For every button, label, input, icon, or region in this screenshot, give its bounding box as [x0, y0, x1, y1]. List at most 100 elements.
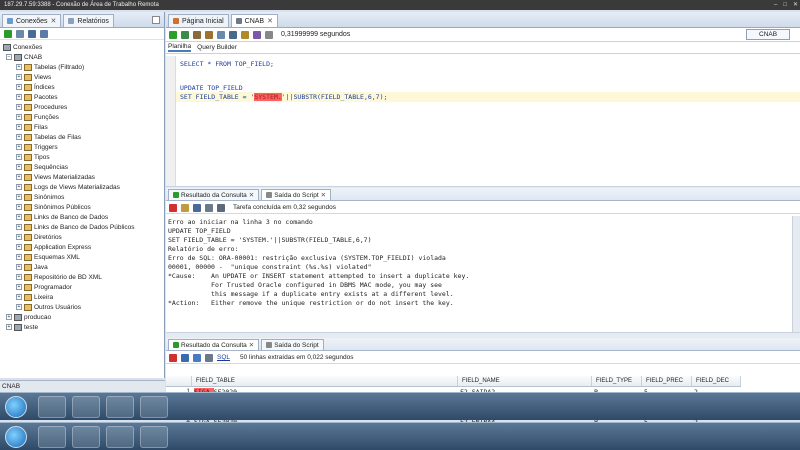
- tree-connection[interactable]: + producao: [0, 312, 164, 322]
- column-header[interactable]: FIELD_NAME: [458, 376, 592, 386]
- run-statement-icon[interactable]: [169, 30, 177, 39]
- tree-item[interactable]: + Índices: [0, 82, 164, 92]
- tree-item[interactable]: + Triggers: [0, 142, 164, 152]
- autotrace-icon[interactable]: [229, 30, 237, 39]
- tab-resultado-consulta-2[interactable]: Resultado da Consulta ✕: [168, 339, 260, 350]
- tree-item[interactable]: + Logs de Views Materializadas: [0, 182, 164, 192]
- chrome-icon[interactable]: [140, 426, 168, 448]
- explorer-icon[interactable]: [72, 396, 100, 418]
- expand-icon[interactable]: +: [16, 64, 22, 70]
- erase-icon[interactable]: [181, 203, 189, 212]
- tree-item[interactable]: + Procedures: [0, 102, 164, 112]
- tree-item[interactable]: + Views Materializadas: [0, 172, 164, 182]
- collapse-icon[interactable]: −: [6, 54, 12, 60]
- script-output-scrollbar[interactable]: [792, 216, 800, 332]
- open-icon[interactable]: [217, 203, 225, 212]
- column-header[interactable]: FIELD_TABLE: [192, 376, 458, 386]
- tree-item[interactable]: + Application Express: [0, 242, 164, 252]
- tree-item[interactable]: + Java: [0, 262, 164, 272]
- media-player-icon[interactable]: [106, 426, 134, 448]
- tree-item[interactable]: + Links de Banco de Dados: [0, 212, 164, 222]
- tree-item[interactable]: + Sinônimos: [0, 192, 164, 202]
- tree-item[interactable]: + Tabelas de Filas: [0, 132, 164, 142]
- expand-icon[interactable]: +: [16, 254, 22, 260]
- start-button-local[interactable]: [5, 426, 27, 448]
- pin-icon[interactable]: [169, 203, 177, 212]
- add-connection-icon[interactable]: [4, 29, 12, 38]
- expand-icon[interactable]: +: [16, 124, 22, 130]
- expand-icon[interactable]: +: [16, 174, 22, 180]
- rollback-icon[interactable]: [205, 30, 213, 39]
- filter-icon[interactable]: [28, 29, 36, 38]
- tree-item[interactable]: + Pacotes: [0, 92, 164, 102]
- expand-icon[interactable]: +: [16, 264, 22, 270]
- tree-item[interactable]: + Links de Banco de Dados Públicos: [0, 222, 164, 232]
- expand-icon[interactable]: +: [16, 234, 22, 240]
- media-player-icon[interactable]: [106, 396, 134, 418]
- expand-icon[interactable]: +: [16, 184, 22, 190]
- expand-icon[interactable]: +: [16, 84, 22, 90]
- tree-connection-cnab[interactable]: − CNAB: [0, 52, 164, 62]
- clear-icon[interactable]: [241, 30, 249, 39]
- export-icon[interactable]: [181, 353, 189, 362]
- tree-item[interactable]: + Repositório de BD XML: [0, 272, 164, 282]
- tab-saida-script-2[interactable]: Saída do Script: [261, 339, 324, 350]
- minimize-icon[interactable]: –: [774, 0, 777, 10]
- tree-item[interactable]: + Views: [0, 72, 164, 82]
- refresh-icon[interactable]: [193, 353, 201, 362]
- tab-pagina-inicial[interactable]: Página Inicial: [168, 14, 229, 27]
- tree-item[interactable]: + Filas: [0, 122, 164, 132]
- ie-icon[interactable]: [38, 426, 66, 448]
- minimize-panel-icon[interactable]: [152, 15, 160, 24]
- pin-icon[interactable]: [169, 353, 177, 362]
- close-icon[interactable]: ✕: [249, 341, 254, 349]
- tree-item[interactable]: + Sinônimos Públicos: [0, 202, 164, 212]
- tree-item[interactable]: + Tipos: [0, 152, 164, 162]
- tree-item[interactable]: + Funções: [0, 112, 164, 122]
- save-icon[interactable]: [193, 203, 201, 212]
- print-icon[interactable]: [205, 353, 213, 362]
- refresh-icon[interactable]: [16, 29, 24, 38]
- expand-icon[interactable]: +: [16, 134, 22, 140]
- tree-root[interactable]: Conexões: [0, 42, 164, 52]
- close-icon[interactable]: ✕: [249, 191, 254, 199]
- expand-icon[interactable]: +: [16, 164, 22, 170]
- expand-icon[interactable]: +: [16, 294, 22, 300]
- tab-resultado-consulta[interactable]: Resultado da Consulta ✕: [168, 189, 260, 200]
- tree-item[interactable]: + Lixeira: [0, 292, 164, 302]
- connection-select[interactable]: CNAB: [746, 29, 790, 40]
- close-icon[interactable]: ✕: [267, 17, 273, 25]
- close-icon[interactable]: ✕: [321, 191, 326, 199]
- commit-icon[interactable]: [193, 30, 201, 39]
- close-icon[interactable]: ✕: [793, 0, 798, 10]
- tree-item[interactable]: + Outros Usuários: [0, 302, 164, 312]
- expand-icon[interactable]: +: [16, 244, 22, 250]
- expand-icon[interactable]: +: [16, 214, 22, 220]
- tab-conexoes[interactable]: Conexões ✕: [2, 14, 62, 27]
- tree-item[interactable]: + Sequências: [0, 162, 164, 172]
- print-icon[interactable]: [205, 203, 213, 212]
- expand-icon[interactable]: +: [16, 204, 22, 210]
- explorer-icon[interactable]: [72, 426, 100, 448]
- tree-item[interactable]: + Tabelas (Filtrado): [0, 62, 164, 72]
- expand-icon[interactable]: +: [16, 304, 22, 310]
- tree-item[interactable]: + Programador: [0, 282, 164, 292]
- schema-browser-icon[interactable]: [40, 29, 48, 38]
- start-button[interactable]: [5, 396, 27, 418]
- expand-icon[interactable]: +: [16, 194, 22, 200]
- tree-item[interactable]: + Diretórios: [0, 232, 164, 242]
- expand-icon[interactable]: +: [16, 144, 22, 150]
- column-header[interactable]: FIELD_DEC: [692, 376, 741, 386]
- expand-icon[interactable]: +: [16, 104, 22, 110]
- ie-icon[interactable]: [38, 396, 66, 418]
- subtab-planilha[interactable]: Planilha: [168, 43, 192, 52]
- tree-item[interactable]: + Esquemas XML: [0, 252, 164, 262]
- expand-icon[interactable]: +: [16, 114, 22, 120]
- tab-saida-script[interactable]: Saída do Script ✕: [261, 189, 332, 200]
- tab-relatorios[interactable]: Relatórios: [63, 14, 114, 27]
- expand-icon[interactable]: +: [6, 324, 12, 330]
- close-icon[interactable]: ✕: [51, 17, 57, 25]
- chrome-icon[interactable]: [140, 396, 168, 418]
- tab-cnab[interactable]: CNAB ✕: [230, 14, 278, 27]
- sql-link[interactable]: SQL: [217, 354, 230, 361]
